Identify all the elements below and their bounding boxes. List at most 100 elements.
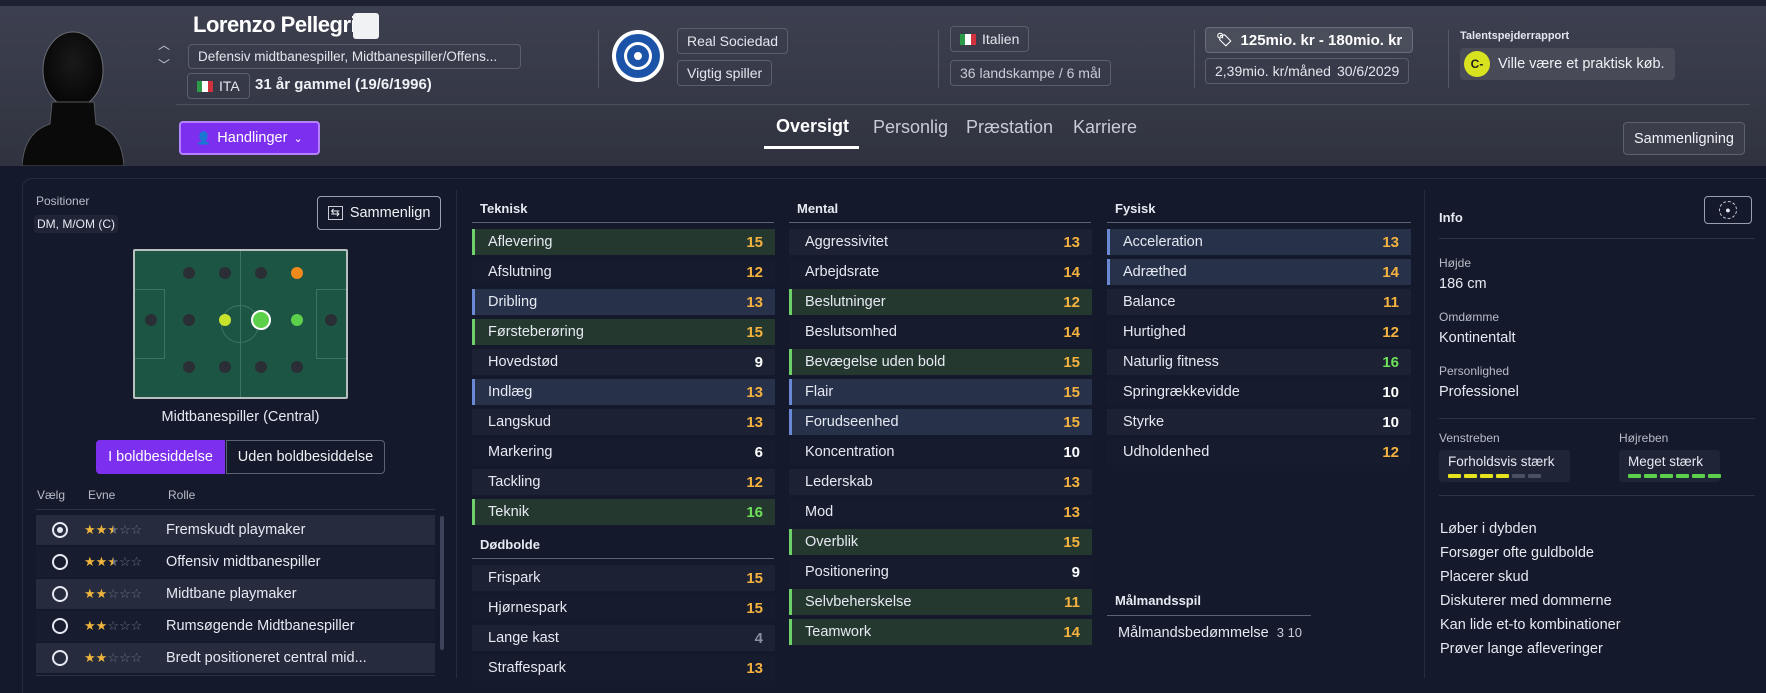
attribute-value: 15 [1063, 533, 1080, 551]
attribute-row[interactable]: Mod 13 [789, 499, 1092, 525]
scout-report-badge[interactable]: C- Ville være et praktisk køb. [1460, 48, 1675, 80]
attribute-row[interactable]: Teamwork 14 [789, 619, 1092, 645]
compare-icon: ⇆ [327, 206, 343, 220]
meter-segment [1512, 474, 1525, 478]
attribute-value: 9 [754, 353, 763, 371]
attribute-value: 15 [746, 233, 763, 251]
role-row[interactable]: ★★★☆☆ Offensiv midtbanespiller [36, 547, 435, 577]
prev-player-icon[interactable]: ︿ [158, 36, 170, 53]
attribute-value: 12 [1063, 293, 1080, 311]
attribute-name: Springrækkevidde [1123, 384, 1240, 400]
player-view-button[interactable]: ● [1704, 196, 1752, 224]
toggle-in-possession[interactable]: I boldbesiddelse [96, 440, 225, 474]
attribute-row[interactable]: Markering 6 [472, 439, 775, 465]
attribute-row[interactable]: Aflevering 15 [472, 229, 775, 255]
nation-badge[interactable]: Italien [950, 26, 1030, 52]
attribute-row[interactable]: Straffespark 13 [472, 655, 775, 681]
pitch-diagram [133, 249, 348, 399]
attribute-row[interactable]: Dribling 13 [472, 289, 775, 315]
attribute-row[interactable]: Langskud 13 [472, 409, 775, 435]
attribute-row[interactable]: Udholdenhed 12 [1107, 439, 1411, 465]
role-row[interactable]: ★★★☆☆ Fremskudt playmaker [36, 515, 435, 545]
position-dot [291, 361, 303, 373]
attribute-row[interactable]: Springrækkevidde 10 [1107, 379, 1411, 405]
attribute-row[interactable]: Naturlig fitness 16 [1107, 349, 1411, 375]
attribute-name: Selvbeherskelse [805, 594, 912, 610]
club-name[interactable]: Real Sociedad [677, 28, 789, 54]
column-divider [456, 190, 457, 678]
goalkeeping-value: 3 10 [1276, 625, 1303, 640]
attribute-row[interactable]: Hurtighed 12 [1107, 319, 1411, 345]
attribute-name: Arbejdsrate [805, 264, 880, 280]
attribute-value: 6 [754, 443, 763, 461]
role-radio[interactable] [52, 586, 68, 602]
compare-button[interactable]: ⇆ Sammenlign [317, 196, 441, 230]
actions-button[interactable]: 👤 Handlinger ⌄ [179, 121, 320, 155]
attribute-row[interactable]: Adræthed 14 [1107, 259, 1411, 285]
attribute-row[interactable]: Hjørnespark 15 [472, 595, 775, 621]
attribute-row[interactable]: Lederskab 13 [789, 469, 1092, 495]
toggle-out-of-possession[interactable]: Uden boldbesiddelse [226, 440, 385, 474]
attribute-row[interactable]: Acceleration 13 [1107, 229, 1411, 255]
attribute-row[interactable]: Førsteberøring 15 [472, 319, 775, 345]
attribute-row[interactable]: Beslutsomhed 14 [789, 319, 1092, 345]
attribute-name: Overblik [805, 534, 859, 550]
attribute-row[interactable]: Selvbeherskelse 11 [789, 589, 1092, 615]
role-radio[interactable] [52, 522, 68, 538]
position-dot-selected[interactable] [251, 310, 271, 330]
attribute-value: 15 [746, 599, 763, 617]
role-radio[interactable] [52, 650, 68, 666]
comparison-button[interactable]: Sammenligning [1623, 122, 1745, 155]
attribute-row[interactable]: Beslutninger 12 [789, 289, 1092, 315]
attribute-row[interactable]: Balance 11 [1107, 289, 1411, 315]
tab-overview[interactable]: Oversigt [776, 116, 849, 137]
attribute-name: Adræthed [1123, 264, 1187, 280]
meter-segment [1528, 474, 1541, 478]
attribute-row[interactable]: Positionering 9 [789, 559, 1092, 585]
position-dot [219, 267, 231, 279]
attribute-row[interactable]: Koncentration 10 [789, 439, 1092, 465]
attribute-row[interactable]: Hovedstød 9 [472, 349, 775, 375]
role-radio[interactable] [52, 618, 68, 634]
attribute-name: Teamwork [805, 624, 872, 640]
tab-career[interactable]: Karriere [1073, 117, 1137, 138]
attribute-row[interactable]: Afslutning 12 [472, 259, 775, 285]
position-dot [255, 361, 267, 373]
italy-flag-icon [197, 80, 213, 92]
attribute-row[interactable]: Forudseenhed 15 [789, 409, 1092, 435]
tab-performance[interactable]: Præstation [966, 117, 1053, 138]
attribute-row[interactable]: Lange kast 4 [472, 625, 775, 651]
attribute-row[interactable]: Overblik 15 [789, 529, 1092, 555]
right-foot-value: Meget stærk [1628, 454, 1704, 469]
role-stars: ★★★☆☆ [84, 554, 143, 569]
role-row[interactable]: ★★☆☆☆ Midtbane playmaker [36, 579, 435, 609]
role-row[interactable]: ★★☆☆☆ Rumsøgende Midtbanespiller [36, 611, 435, 641]
role-name: Midtbane playmaker [166, 586, 297, 602]
attribute-row[interactable]: Aggressivitet 13 [789, 229, 1092, 255]
roles-scrollbar[interactable] [440, 516, 444, 650]
attribute-row[interactable]: Styrke 10 [1107, 409, 1411, 435]
attribute-row[interactable]: Bevægelse uden bold 15 [789, 349, 1092, 375]
role-row[interactable]: ★★☆☆☆ Bredt positioneret central mid... [36, 643, 435, 673]
info-rule [1439, 495, 1755, 496]
tab-personal[interactable]: Personlig [873, 117, 948, 138]
attribute-name: Acceleration [1123, 234, 1203, 250]
attribute-row[interactable]: Arbejdsrate 14 [789, 259, 1092, 285]
attribute-row[interactable]: Indlæg 13 [472, 379, 775, 405]
contract-badge: 2,39mio. kr/måned 30/6/2029 [1205, 58, 1410, 84]
attribute-row[interactable]: Tackling 12 [472, 469, 775, 495]
scout-grade: C- [1464, 51, 1490, 77]
attribute-row[interactable]: Teknik 16 [472, 499, 775, 525]
transfer-value-badge[interactable]: 🏷 125mio. kr - 180mio. kr [1205, 27, 1414, 53]
info-rule [1439, 238, 1755, 239]
chevron-down-icon: ⌄ [293, 132, 303, 145]
attribute-row[interactable]: Flair 15 [789, 379, 1092, 405]
info-title: Info [1439, 210, 1463, 225]
italy-flag-icon [960, 33, 976, 45]
goalkeeping-label: Målmandsbedømmelse [1118, 625, 1269, 641]
role-radio[interactable] [52, 554, 68, 570]
next-player-icon[interactable]: ﹀ [158, 56, 170, 73]
height-value: 186 cm [1439, 276, 1487, 292]
attribute-row[interactable]: Frispark 15 [472, 565, 775, 591]
header-divider [938, 30, 939, 88]
